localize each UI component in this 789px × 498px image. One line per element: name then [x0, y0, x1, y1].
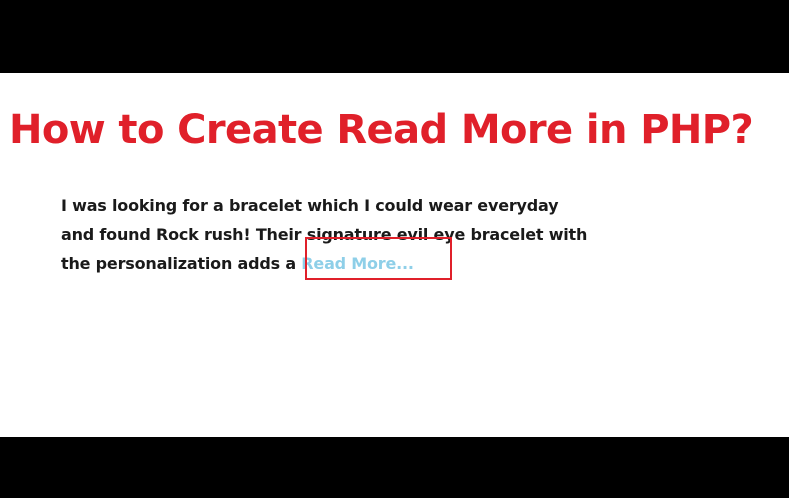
read-more-link[interactable]: Read More... [301, 254, 414, 273]
excerpt-paragraph: I was looking for a bracelet which I cou… [61, 191, 661, 278]
excerpt-line-1: I was looking for a bracelet which I cou… [61, 196, 559, 215]
content-canvas: How to Create Read More in PHP? I was lo… [0, 73, 789, 437]
video-frame: How to Create Read More in PHP? I was lo… [0, 0, 789, 498]
page-title: How to Create Read More in PHP? [9, 107, 754, 153]
excerpt-line-2: and found Rock rush! Their signature evi… [61, 225, 588, 244]
excerpt-line-3-text: the personalization adds a [61, 254, 302, 273]
excerpt-line-3: the personalization adds a Read More... [61, 249, 661, 278]
